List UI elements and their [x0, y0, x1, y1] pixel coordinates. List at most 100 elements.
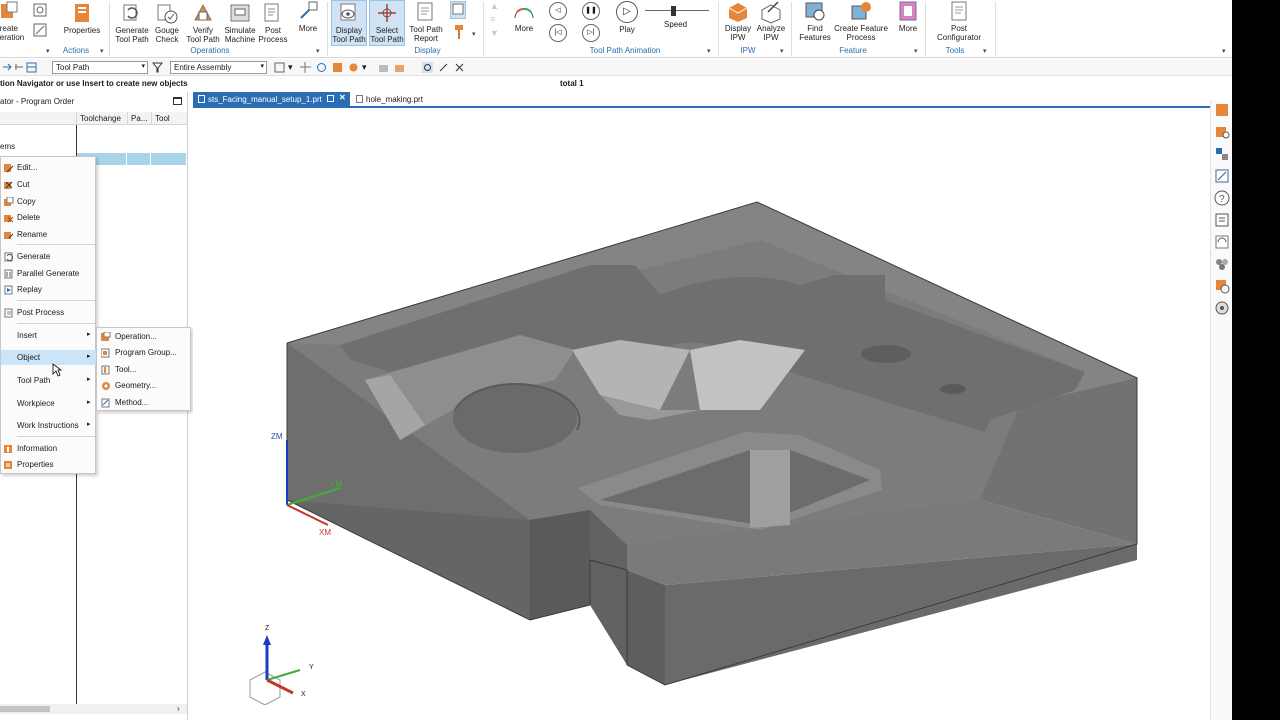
snap-icon[interactable]: [274, 62, 285, 73]
maximize-icon[interactable]: [173, 97, 182, 105]
speed-slider-handle[interactable]: [671, 6, 676, 16]
chevron-down-icon[interactable]: ▾: [316, 47, 320, 55]
menu-item-copy[interactable]: Copy: [1, 194, 96, 209]
menu-item-insert[interactable]: Insert ▸: [1, 328, 96, 343]
post-configurator-button[interactable]: Post Configurator: [930, 0, 988, 46]
view-triad[interactable]: Z Y X: [245, 625, 315, 706]
part-model[interactable]: [193, 110, 1210, 720]
menu-item-workpiece[interactable]: Workpiece ▸: [1, 396, 96, 411]
clear-filter-icon[interactable]: [454, 62, 465, 73]
create-operation-button[interactable]: reate eration: [0, 0, 28, 46]
menu-item-work-instructions[interactable]: Work Instructions ▸: [1, 418, 96, 433]
chevron-down-icon[interactable]: ▾: [46, 47, 50, 55]
scrollbar-thumb[interactable]: [0, 706, 50, 712]
menu-item-replay[interactable]: Replay: [1, 282, 96, 297]
create-feature-process-button[interactable]: Create Feature Process: [834, 0, 888, 46]
speed-slider[interactable]: [645, 6, 709, 16]
more-animation-button[interactable]: More: [510, 0, 538, 46]
roles-icon[interactable]: [1214, 234, 1230, 250]
grid-icon[interactable]: [26, 62, 37, 73]
close-icon[interactable]: ✕: [339, 93, 346, 102]
chevron-right-icon[interactable]: ›: [177, 704, 180, 713]
chevron-down-icon[interactable]: ▾: [780, 47, 784, 55]
gear-small-icon[interactable]: [32, 2, 48, 18]
column-tool[interactable]: Tool: [155, 114, 170, 123]
solid-orange-icon[interactable]: [394, 62, 405, 73]
submenu-item-method[interactable]: Method...: [97, 395, 191, 410]
display-small-icon[interactable]: [450, 1, 466, 19]
machine-tool-navigator-icon[interactable]: [1214, 278, 1230, 294]
menu-item-information[interactable]: Information: [1, 441, 96, 456]
analyze-ipw-button[interactable]: Analyze IPW: [756, 0, 786, 46]
tool-filter-icon[interactable]: [438, 62, 449, 73]
post-process-button[interactable]: Post Process: [258, 0, 288, 46]
operation-navigator-icon[interactable]: [1214, 300, 1230, 316]
funnel-icon[interactable]: [151, 62, 164, 73]
scope-filter-select[interactable]: Entire Assembly ▾: [170, 61, 267, 74]
menu-item-generate[interactable]: Generate: [1, 249, 96, 264]
column-toolchange[interactable]: Toolchange: [80, 114, 121, 123]
graphics-window[interactable]: ZM YM XM Z Y X: [193, 110, 1210, 720]
more-operations-button[interactable]: More: [294, 0, 322, 46]
verify-button[interactable]: Verify Tool Path: [184, 0, 222, 46]
history-icon[interactable]: [1214, 212, 1230, 228]
arrow-down-icon[interactable]: ▼: [490, 28, 499, 38]
help-icon[interactable]: ?: [1214, 190, 1230, 206]
display-tool-path-button[interactable]: Display Tool Path: [331, 0, 367, 46]
tab-active-file[interactable]: sts_Facing_manual_setup_1.prt ✕: [193, 92, 350, 107]
pause-icon[interactable]: ❚❚: [582, 2, 600, 20]
chevron-down-icon[interactable]: ▾: [914, 47, 918, 55]
select-tool-path-button[interactable]: Select Tool Path: [369, 0, 405, 46]
menu-item-rename[interactable]: Rename: [1, 227, 96, 242]
column-path[interactable]: Pa...: [131, 114, 147, 123]
tool-path-report-button[interactable]: Tool Path Report: [408, 0, 444, 46]
horizontal-scrollbar[interactable]: ›: [0, 704, 187, 714]
view-filter-icon[interactable]: [422, 62, 433, 73]
part-navigator-icon[interactable]: [1214, 102, 1230, 118]
assembly-navigator-icon[interactable]: [1214, 124, 1230, 140]
menu-item-parallel-generate[interactable]: Parallel Generate: [1, 266, 96, 281]
chevron-down-icon[interactable]: ▾: [707, 47, 711, 55]
properties-button[interactable]: Properties: [62, 0, 102, 46]
arrow-up-icon[interactable]: ▲: [490, 1, 499, 11]
chevron-down-icon[interactable]: ▾: [100, 47, 104, 55]
menu-item-delete[interactable]: Delete: [1, 210, 96, 225]
find-features-button[interactable]: Find Features: [798, 0, 832, 46]
snap-point-icon[interactable]: [300, 62, 311, 73]
submenu-item-geometry[interactable]: Geometry...: [97, 378, 191, 393]
system-materials-icon[interactable]: [1214, 256, 1230, 272]
circle-snap-icon[interactable]: [316, 62, 327, 73]
dropdown-small-icon[interactable]: ▾: [362, 62, 373, 73]
menu-item-edit[interactable]: Edit...: [1, 160, 96, 175]
tab-hole-making[interactable]: hole_making.prt: [351, 92, 441, 107]
reuse-library-icon[interactable]: [1214, 168, 1230, 184]
skip-forward-icon[interactable]: ▷|: [582, 24, 600, 42]
submenu-item-program-group[interactable]: Program Group...: [97, 345, 191, 360]
menu-item-object[interactable]: Object ▸: [1, 350, 96, 365]
tool-small-icon[interactable]: [32, 22, 48, 38]
filter-arrow-icon[interactable]: [14, 62, 25, 73]
dropdown-small-icon[interactable]: ▾: [288, 62, 299, 73]
menu-item-tool-path[interactable]: Tool Path ▸: [1, 373, 96, 388]
undock-icon[interactable]: [327, 95, 334, 102]
feature-snap-icon[interactable]: [332, 62, 343, 73]
display-ipw-button[interactable]: Display IPW: [722, 0, 754, 46]
chevron-down-icon[interactable]: ▾: [983, 47, 987, 55]
submenu-item-tool[interactable]: Tool...: [97, 362, 191, 377]
menu-item-properties[interactable]: Properties: [1, 457, 96, 472]
list-icon[interactable]: ≡: [490, 14, 495, 24]
tool-orange-icon[interactable]: [452, 24, 466, 40]
chevron-down-icon[interactable]: ▾: [1222, 47, 1226, 55]
play-button[interactable]: ▷ Play: [614, 0, 640, 46]
gouge-check-button[interactable]: Gouge Check: [151, 0, 183, 46]
constraint-navigator-icon[interactable]: [1214, 146, 1230, 162]
list-item[interactable]: ems: [0, 142, 15, 151]
solid-icon[interactable]: [378, 62, 389, 73]
generate-button[interactable]: Generate Tool Path: [113, 0, 151, 46]
menu-item-cut[interactable]: Cut: [1, 177, 96, 192]
menu-item-post-process[interactable]: Post Process: [1, 305, 96, 320]
simulate-button[interactable]: Simulate Machine: [222, 0, 258, 46]
type-filter-select[interactable]: Tool Path ▾: [52, 61, 148, 74]
chevron-down-icon[interactable]: ▾: [472, 30, 476, 38]
more-feature-button[interactable]: More: [894, 0, 922, 46]
